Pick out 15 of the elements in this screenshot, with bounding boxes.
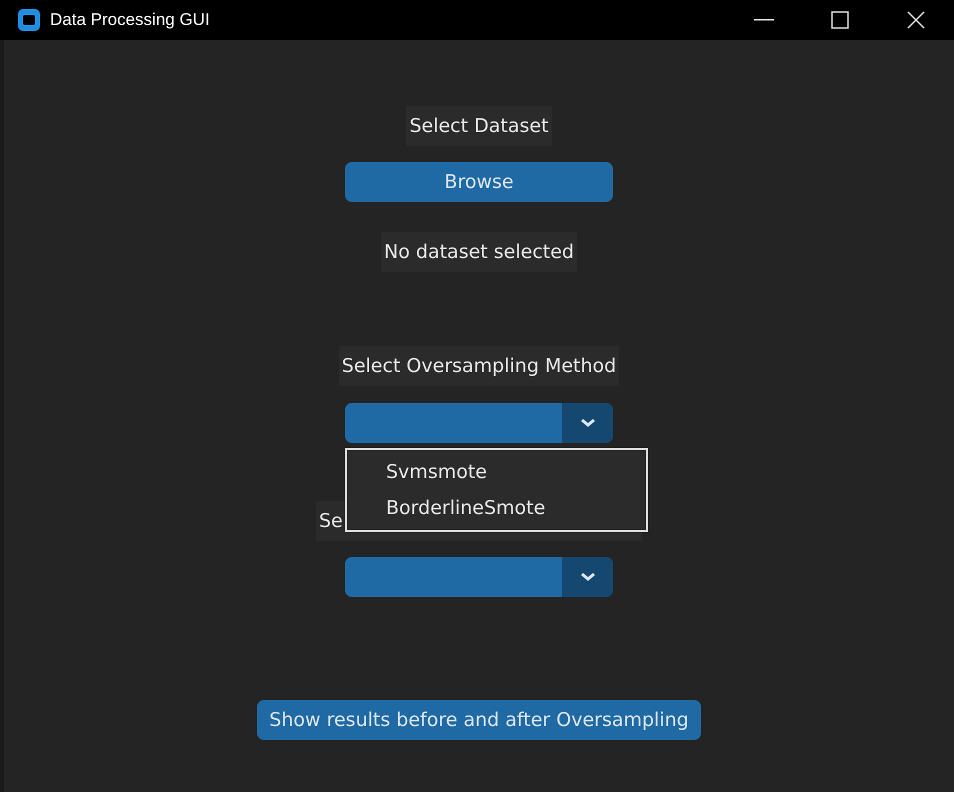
menu-item[interactable]: Svmsmote	[347, 454, 646, 490]
oversampling-label: Select Oversampling Method	[338, 346, 620, 386]
dropdown-arrow-button[interactable]	[562, 403, 613, 443]
dataset-label: Select Dataset	[406, 106, 552, 146]
dataset-status-text: No dataset selected	[381, 232, 577, 272]
show-results-button[interactable]: Show results before and after Oversampling	[257, 700, 701, 740]
app-icon	[18, 9, 40, 31]
minimize-icon	[754, 19, 774, 21]
browse-button[interactable]: Browse	[345, 162, 613, 202]
chevron-down-icon	[580, 419, 594, 427]
window-title: Data Processing GUI	[50, 10, 211, 30]
maximize-icon	[831, 11, 849, 29]
dropdown-arrow-button[interactable]	[562, 557, 613, 597]
close-icon	[907, 11, 925, 29]
chevron-down-icon	[580, 573, 594, 581]
